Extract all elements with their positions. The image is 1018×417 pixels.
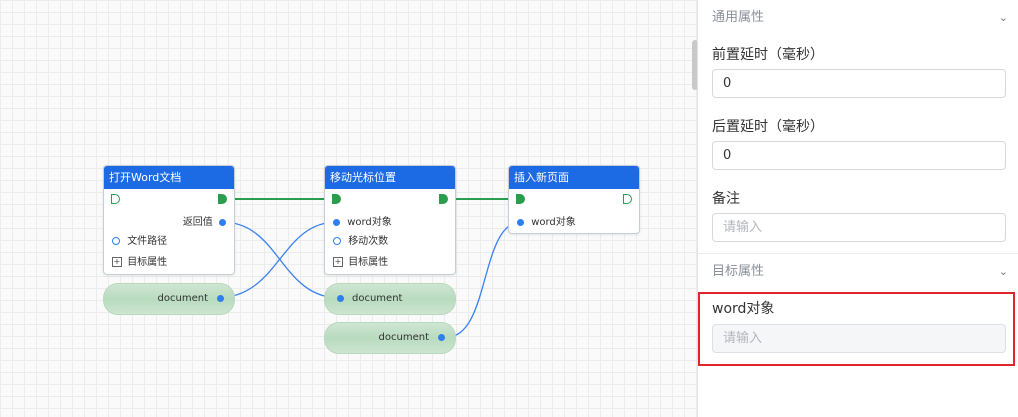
node-insert-page[interactable]: 插入新页面 word对象 <box>508 165 640 234</box>
node-move-cursor[interactable]: 移动光标位置 word对象 移动次数 + 目标属性 <box>324 165 456 275</box>
node-title: 移动光标位置 <box>325 166 455 189</box>
variable-label: document <box>352 293 403 304</box>
flow-in-port[interactable] <box>332 194 341 204</box>
input-port-file-path[interactable]: 文件路径 <box>112 233 167 251</box>
port-dot-icon[interactable] <box>337 295 344 302</box>
section-target-header[interactable]: 目标属性 ⌄ <box>712 262 1008 282</box>
variable-document-1[interactable]: document <box>103 283 235 315</box>
input-port-word-obj[interactable]: word对象 <box>517 214 576 232</box>
post-delay-input[interactable] <box>712 141 1006 170</box>
data-wire-doc3-to-wordobj <box>446 221 522 338</box>
plus-square-icon[interactable]: + <box>333 257 343 267</box>
chevron-down-icon[interactable]: ⌄ <box>999 8 1008 28</box>
port-dot-icon[interactable] <box>217 295 224 302</box>
port-dot-icon[interactable] <box>219 218 226 226</box>
port-dot-icon[interactable] <box>438 334 445 341</box>
remark-label: 备注 <box>712 191 740 207</box>
flow-ports <box>104 189 234 209</box>
variable-document-3[interactable]: document <box>324 322 456 354</box>
section-divider <box>698 253 1018 254</box>
node-title: 打开Word文档 <box>104 166 234 189</box>
flow-out-port[interactable] <box>623 194 632 204</box>
data-wire-return-to-doc2 <box>221 221 341 299</box>
output-port-return[interactable]: 返回值 <box>183 214 226 232</box>
flow-ports <box>509 189 639 209</box>
section-title: 通用属性 <box>712 10 765 25</box>
target-props-toggle[interactable]: + 目标属性 <box>112 254 167 272</box>
variable-label: document <box>157 293 208 304</box>
port-label: 文件路径 <box>127 236 168 247</box>
flow-canvas[interactable]: 打开Word文档 返回值 文件路径 + 目标属性 移动光标位置 word对象 移… <box>0 0 697 417</box>
remark-input[interactable] <box>712 213 1006 242</box>
port-label: word对象 <box>347 217 392 228</box>
flow-out-port[interactable] <box>439 194 448 204</box>
highlight-box <box>698 292 1015 366</box>
pre-delay-input[interactable] <box>712 69 1006 98</box>
port-dot-icon[interactable] <box>333 237 341 245</box>
variable-label: document <box>378 332 429 343</box>
target-props-toggle[interactable]: + 目标属性 <box>333 254 388 272</box>
chevron-down-icon[interactable]: ⌄ <box>999 262 1008 282</box>
port-dot-icon[interactable] <box>517 218 524 226</box>
flow-out-port[interactable] <box>218 194 227 204</box>
port-dot-icon[interactable] <box>112 237 120 245</box>
port-label: 返回值 <box>182 217 213 228</box>
variable-document-2[interactable]: document <box>324 283 456 315</box>
toggle-label: 目标属性 <box>348 257 389 268</box>
port-dot-icon[interactable] <box>333 218 340 226</box>
toggle-label: 目标属性 <box>127 257 168 268</box>
input-port-word-obj[interactable]: word对象 <box>333 214 392 232</box>
flow-in-port[interactable] <box>516 194 525 204</box>
flow-ports <box>325 189 455 209</box>
plus-square-icon[interactable]: + <box>112 257 122 267</box>
pre-delay-label: 前置延时（毫秒） <box>712 47 824 63</box>
section-title: 目标属性 <box>712 264 765 279</box>
port-label: word对象 <box>531 217 576 228</box>
port-label: 移动次数 <box>348 236 389 247</box>
input-port-move-count[interactable]: 移动次数 <box>333 233 388 251</box>
flow-in-port[interactable] <box>111 194 120 204</box>
node-title: 插入新页面 <box>509 166 639 189</box>
post-delay-label: 后置延时（毫秒） <box>712 119 824 135</box>
node-open-word[interactable]: 打开Word文档 返回值 文件路径 + 目标属性 <box>103 165 235 275</box>
section-general-header[interactable]: 通用属性 ⌄ <box>712 8 1008 28</box>
